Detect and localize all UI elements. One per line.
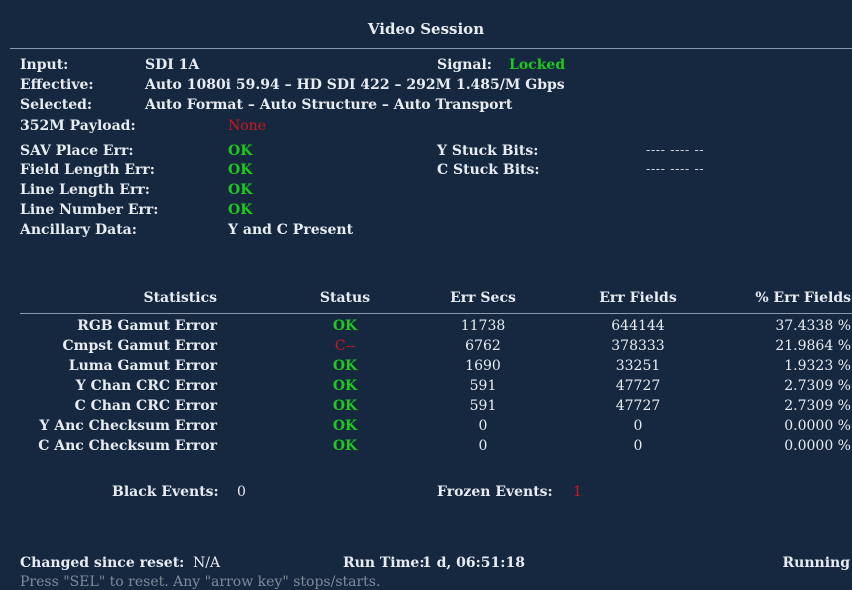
row-err-fields: 33251 <box>615 358 661 374</box>
row-name: Cmpst Gamut Error <box>62 338 217 354</box>
line-length-err-label: Line Length Err: <box>20 182 150 198</box>
ancillary-data-label: Ancillary Data: <box>20 222 137 238</box>
effective-label: Effective: <box>20 77 94 93</box>
row-err-secs: 6762 <box>465 338 501 354</box>
row-name: Luma Gamut Error <box>68 358 217 374</box>
selected-label: Selected: <box>20 97 93 113</box>
reset-hint: Press "SEL" to reset. Any "arrow key" st… <box>20 574 381 590</box>
frozen-events-label: Frozen Events: <box>437 484 553 500</box>
c-stuck-bits-value: ---- ---- -- <box>646 162 705 177</box>
row-err-fields: 0 <box>633 418 643 434</box>
row-status: OK <box>332 318 358 334</box>
input-label: Input: <box>20 57 69 73</box>
row-err-fields: 378333 <box>611 338 665 354</box>
effective-value: Auto 1080i 59.94 – HD SDI 422 – 292M 1.4… <box>145 77 565 93</box>
row-pct-err-fields: 2.7309 % <box>784 398 851 414</box>
col-header-status: Status <box>319 290 371 306</box>
black-events-value: 0 <box>237 484 246 500</box>
selected-value: Auto Format – Auto Structure – Auto Tran… <box>145 97 513 113</box>
signal-value: Locked <box>509 57 566 73</box>
row-status: OK <box>332 378 358 394</box>
row-err-secs: 591 <box>469 398 497 414</box>
y-stuck-bits-value: ---- ---- -- <box>646 143 705 158</box>
row-name: Y Anc Checksum Error <box>39 418 217 434</box>
frozen-events-value: 1 <box>573 484 582 500</box>
row-name: Y Chan CRC Error <box>75 378 217 394</box>
row-err-secs: 11738 <box>460 318 506 334</box>
changed-since-reset-value: N/A <box>193 555 221 571</box>
row-err-fields: 47727 <box>615 398 661 414</box>
signal-label: Signal: <box>437 57 492 73</box>
row-err-secs: 591 <box>469 378 497 394</box>
c-stuck-bits-label: C Stuck Bits: <box>437 162 540 178</box>
table-header-divider <box>20 313 852 314</box>
field-length-err-label: Field Length Err: <box>20 162 155 178</box>
row-name: RGB Gamut Error <box>77 318 217 334</box>
row-pct-err-fields: 2.7309 % <box>784 378 851 394</box>
sav-place-err-value: OK <box>228 143 253 159</box>
run-time-value: 1 d, 06:51:18 <box>422 555 525 571</box>
input-value: SDI 1A <box>145 57 200 73</box>
row-pct-err-fields: 37.4338 % <box>775 318 851 334</box>
row-pct-err-fields: 0.0000 % <box>784 418 851 434</box>
col-header-pct-err-fields: % Err Fields <box>755 290 851 306</box>
page-title: Video Session <box>367 20 485 38</box>
row-status: OK <box>332 438 358 454</box>
line-number-err-value: OK <box>228 202 253 218</box>
row-err-fields: 644144 <box>611 318 665 334</box>
col-header-err-fields: Err Fields <box>599 290 677 306</box>
title-divider <box>10 48 852 49</box>
payload-label: 352M Payload: <box>20 118 136 134</box>
row-err-secs: 1690 <box>465 358 501 374</box>
ancillary-data-value: Y and C Present <box>228 222 354 238</box>
line-number-err-label: Line Number Err: <box>20 202 159 218</box>
y-stuck-bits-label: Y Stuck Bits: <box>437 143 539 159</box>
row-name: C Chan CRC Error <box>74 398 217 414</box>
row-status: C-- <box>334 338 356 354</box>
col-header-err-secs: Err Secs <box>450 290 516 306</box>
row-status: OK <box>332 358 358 374</box>
field-length-err-value: OK <box>228 162 253 178</box>
row-err-secs: 0 <box>478 438 488 454</box>
run-time-label: Run Time: <box>343 555 425 571</box>
row-pct-err-fields: 1.9323 % <box>784 358 851 374</box>
black-events-label: Black Events: <box>112 484 219 500</box>
row-pct-err-fields: 0.0000 % <box>784 438 851 454</box>
row-status: OK <box>332 398 358 414</box>
row-err-secs: 0 <box>478 418 488 434</box>
row-pct-err-fields: 21.9864 % <box>775 338 851 354</box>
payload-value: None <box>228 118 266 134</box>
row-err-fields: 0 <box>633 438 643 454</box>
sav-place-err-label: SAV Place Err: <box>20 143 134 159</box>
row-status: OK <box>332 418 358 434</box>
run-state: Running <box>782 555 850 571</box>
col-header-statistics: Statistics <box>143 290 217 306</box>
changed-since-reset-label: Changed since reset: <box>20 555 185 571</box>
row-name: C Anc Checksum Error <box>38 438 217 454</box>
line-length-err-value: OK <box>228 182 253 198</box>
row-err-fields: 47727 <box>615 378 661 394</box>
